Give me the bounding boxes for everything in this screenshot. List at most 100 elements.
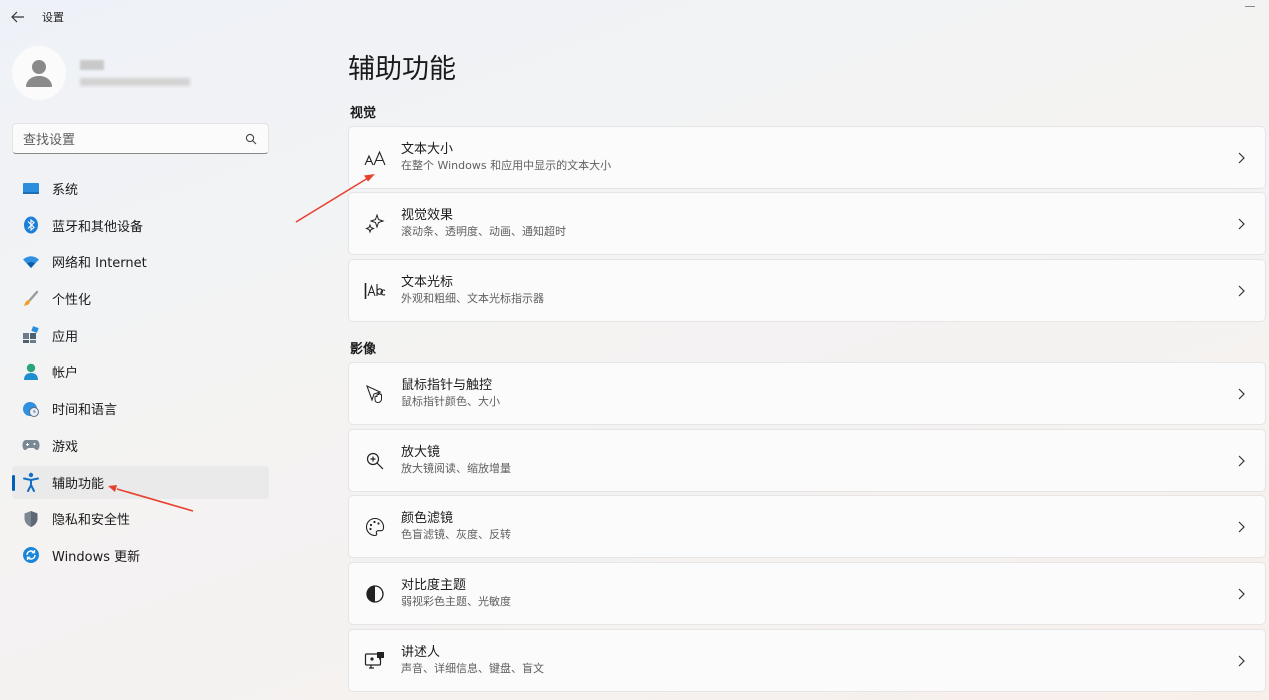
bluetooth-icon bbox=[22, 216, 40, 234]
chevron-right-icon bbox=[1217, 285, 1265, 297]
chevron-right-icon bbox=[1217, 588, 1265, 600]
profile-text bbox=[80, 60, 190, 86]
wifi-icon bbox=[22, 253, 40, 271]
apps-icon bbox=[22, 326, 40, 344]
sidebar-item-label: 系统 bbox=[52, 183, 79, 198]
chevron-right-icon bbox=[1217, 388, 1265, 400]
card-desc: 外观和粗细、文本光标指示器 bbox=[401, 292, 544, 305]
card-visual-effects[interactable]: 视觉效果 滚动条、透明度、动画、通知超时 bbox=[348, 192, 1266, 255]
sidebar-item-privacy[interactable]: 隐私和安全性 bbox=[12, 502, 269, 535]
card-title: 对比度主题 bbox=[401, 578, 467, 593]
chevron-right-icon bbox=[1217, 655, 1265, 667]
contrast-icon bbox=[349, 584, 401, 604]
card-text: 文本大小 在整个 Windows 和应用中显示的文本大小 bbox=[401, 142, 1217, 173]
section-label-hearing: 影像 bbox=[350, 342, 377, 357]
person-avatar-icon bbox=[26, 60, 52, 87]
section-label-vision: 视觉 bbox=[350, 106, 377, 121]
sidebar-item-label: 游戏 bbox=[52, 439, 79, 455]
arrow-left-icon bbox=[11, 11, 24, 23]
sidebar-item-label: 网络和 Internet bbox=[52, 256, 147, 272]
card-text: 颜色滤镜 色盲滤镜、灰度、反转 bbox=[401, 511, 1217, 542]
card-title: 放大镜 bbox=[401, 445, 441, 460]
sidebar-item-label: 个性化 bbox=[52, 293, 92, 309]
card-text: 对比度主题 弱视彩色主题、光敏度 bbox=[401, 578, 1217, 609]
sidebar-item-personalization[interactable]: 个性化 bbox=[12, 282, 269, 315]
narrator-icon bbox=[349, 651, 401, 671]
search-icon[interactable] bbox=[244, 132, 258, 146]
avatar bbox=[12, 46, 66, 100]
shield-icon bbox=[22, 510, 40, 528]
card-title: 文本大小 bbox=[401, 142, 454, 157]
card-contrast-themes[interactable]: 对比度主题 弱视彩色主题、光敏度 bbox=[348, 562, 1266, 625]
text-cursor-icon bbox=[349, 282, 401, 300]
paintbrush-icon bbox=[22, 290, 40, 308]
app-title: 设置 bbox=[42, 11, 64, 24]
card-desc: 滚动条、透明度、动画、通知超时 bbox=[401, 225, 566, 238]
card-text: 放大镜 放大镜阅读、缩放增量 bbox=[401, 445, 1217, 476]
palette-icon bbox=[349, 517, 401, 537]
card-desc: 色盲滤镜、灰度、反转 bbox=[401, 528, 511, 541]
sidebar-item-label: 隐私和安全性 bbox=[52, 513, 131, 529]
globe-clock-icon bbox=[22, 400, 40, 418]
sidebar-item-label: 蓝牙和其他设备 bbox=[52, 219, 144, 235]
title-bar: 设置 bbox=[0, 0, 1269, 34]
sidebar-item-label: 时间和语言 bbox=[52, 403, 118, 419]
card-text: 鼠标指针与触控 鼠标指针颜色、大小 bbox=[401, 378, 1217, 409]
card-text: 文本光标 外观和粗细、文本光标指示器 bbox=[401, 275, 1217, 306]
card-mouse-pointer[interactable]: 鼠标指针与触控 鼠标指针颜色、大小 bbox=[348, 362, 1266, 425]
card-narrator[interactable]: 讲述人 声音、详细信息、键盘、盲文 bbox=[348, 629, 1266, 692]
card-desc: 声音、详细信息、键盘、盲文 bbox=[401, 662, 544, 675]
gamepad-icon bbox=[22, 436, 40, 454]
search-box[interactable]: 查找设置 bbox=[12, 123, 269, 154]
person-icon bbox=[22, 363, 40, 381]
chevron-right-icon bbox=[1217, 152, 1265, 164]
chevron-right-icon bbox=[1217, 218, 1265, 230]
card-title: 文本光标 bbox=[401, 275, 454, 290]
card-text-cursor[interactable]: 文本光标 外观和粗细、文本光标指示器 bbox=[348, 259, 1266, 322]
card-desc: 弱视彩色主题、光敏度 bbox=[401, 595, 511, 608]
accessibility-icon bbox=[22, 472, 40, 492]
sidebar-item-system[interactable]: 系统 bbox=[12, 172, 269, 205]
text-size-icon bbox=[349, 150, 401, 166]
sidebar-item-accessibility[interactable]: 辅助功能 bbox=[12, 465, 269, 499]
sidebar-item-network[interactable]: 网络和 Internet bbox=[12, 245, 269, 278]
sidebar-item-label: 辅助功能 bbox=[52, 476, 105, 492]
card-text-size[interactable]: 文本大小 在整个 Windows 和应用中显示的文本大小 bbox=[348, 126, 1266, 189]
card-magnifier[interactable]: 放大镜 放大镜阅读、缩放增量 bbox=[348, 429, 1266, 492]
magnifier-icon bbox=[349, 452, 401, 470]
sidebar-item-apps[interactable]: 应用 bbox=[12, 319, 269, 352]
card-title: 鼠标指针与触控 bbox=[401, 378, 493, 393]
mouse-pointer-icon bbox=[349, 384, 401, 404]
card-color-filters[interactable]: 颜色滤镜 色盲滤镜、灰度、反转 bbox=[348, 495, 1266, 558]
sidebar-nav: 系统 蓝牙和其他设备 网络和 Internet 个性化 应用 帐户 时间和语言 … bbox=[12, 172, 269, 576]
card-text: 视觉效果 滚动条、透明度、动画、通知超时 bbox=[401, 208, 1217, 239]
chevron-right-icon bbox=[1217, 521, 1265, 533]
page-title: 辅助功能 bbox=[348, 54, 456, 85]
sidebar-item-gaming[interactable]: 游戏 bbox=[12, 429, 269, 462]
minimize-button[interactable] bbox=[1245, 6, 1255, 7]
sparkle-icon bbox=[349, 213, 401, 234]
update-icon bbox=[22, 546, 40, 564]
card-desc: 在整个 Windows 和应用中显示的文本大小 bbox=[401, 159, 612, 172]
sidebar-item-label: 应用 bbox=[52, 329, 79, 345]
sidebar-item-label: Windows 更新 bbox=[52, 549, 141, 565]
chevron-right-icon bbox=[1217, 455, 1265, 467]
sidebar-item-bluetooth[interactable]: 蓝牙和其他设备 bbox=[12, 209, 269, 242]
sidebar-item-windows-update[interactable]: Windows 更新 bbox=[12, 539, 269, 572]
user-profile[interactable] bbox=[12, 46, 190, 100]
sidebar-item-label: 帐户 bbox=[52, 366, 79, 382]
user-email-redacted bbox=[80, 78, 190, 86]
card-title: 颜色滤镜 bbox=[401, 511, 454, 526]
sidebar-item-time-language[interactable]: 时间和语言 bbox=[12, 392, 269, 425]
card-text: 讲述人 声音、详细信息、键盘、盲文 bbox=[401, 645, 1217, 676]
card-title: 视觉效果 bbox=[401, 208, 454, 223]
user-name-redacted bbox=[80, 60, 104, 70]
sidebar-item-accounts[interactable]: 帐户 bbox=[12, 355, 269, 388]
card-desc: 鼠标指针颜色、大小 bbox=[401, 395, 500, 408]
card-desc: 放大镜阅读、缩放增量 bbox=[401, 462, 511, 475]
back-button[interactable] bbox=[0, 0, 36, 34]
sidebar: 查找设置 系统 蓝牙和其他设备 网络和 Internet 个性化 应用 帐户 时… bbox=[0, 34, 285, 700]
card-title: 讲述人 bbox=[401, 645, 441, 660]
search-input[interactable]: 查找设置 bbox=[23, 129, 244, 148]
monitor-icon bbox=[22, 180, 40, 198]
